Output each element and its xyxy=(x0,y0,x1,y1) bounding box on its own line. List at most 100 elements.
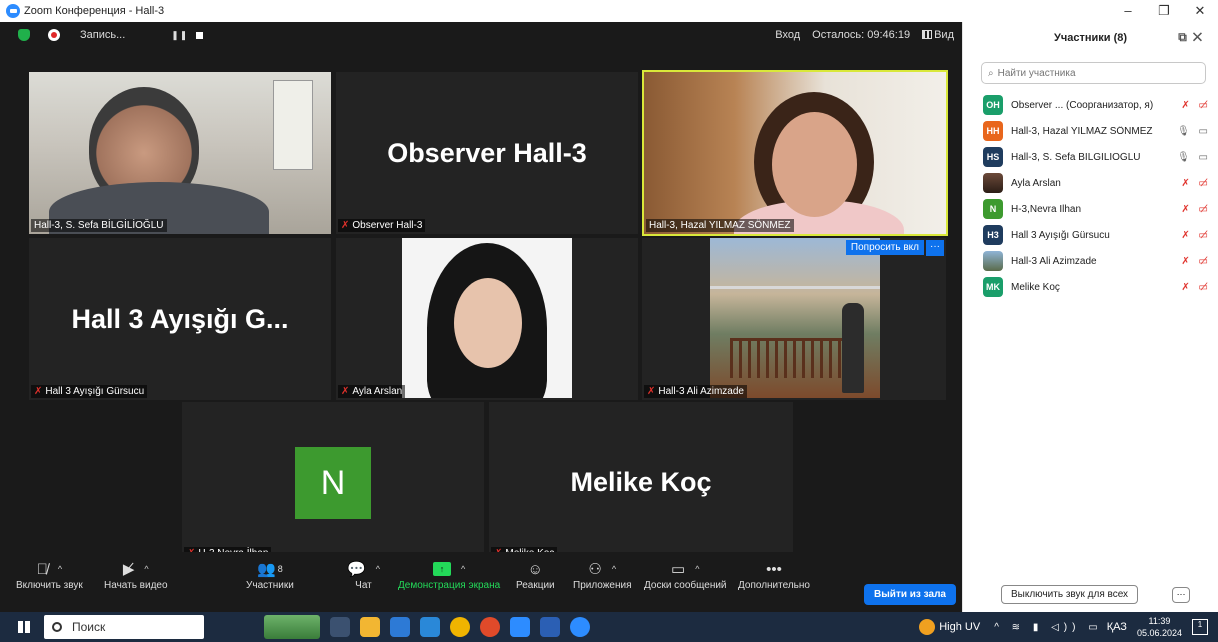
mic-muted-icon: ✗ xyxy=(34,386,43,397)
tray-icons[interactable]: ^ ≋ ▮ ◁)) ▭ xyxy=(994,622,1103,633)
tile-name-label: Ayla Arslan xyxy=(352,386,403,397)
avatar xyxy=(983,251,1003,271)
zoom-meeting-taskbar-icon[interactable] xyxy=(570,617,590,637)
tile-more-button[interactable]: ··· xyxy=(926,240,944,256)
panel-header-icons: ⧉✕ xyxy=(1178,30,1208,45)
widgets-icon[interactable] xyxy=(264,615,320,639)
video-tile-sefa[interactable]: Hall-3, S. Sefa BİLGİLİOĞLU xyxy=(29,72,331,234)
avatar: N xyxy=(295,447,371,519)
mail-icon[interactable] xyxy=(420,617,440,637)
leave-room-button[interactable]: Выйти из зала xyxy=(864,584,956,605)
zoom-taskbar-icon[interactable] xyxy=(510,617,530,637)
video-tile-ayla[interactable]: ✗ Ayla Arslan xyxy=(336,238,638,400)
whiteboards-button[interactable]: ▭ ^ Доски сообщений xyxy=(644,558,727,591)
windows-start-icon[interactable] xyxy=(18,621,30,633)
search-input[interactable] xyxy=(997,67,1188,79)
ask-to-unmute-button[interactable]: Попросить вкл xyxy=(845,240,924,255)
panel-more-button[interactable]: ··· xyxy=(1172,586,1191,603)
tile-name-tag: ✗ Hall 3 Ayışığı Gürsucu xyxy=(31,385,148,398)
close-window-button[interactable]: ✕ xyxy=(1182,0,1218,22)
chevron-up-icon[interactable]: ^ xyxy=(695,564,699,574)
unmute-label: Включить звук xyxy=(16,580,83,591)
chevron-up-icon[interactable]: ^ xyxy=(461,564,465,574)
chevron-up-icon[interactable]: ^ xyxy=(376,564,380,574)
participant-row[interactable]: H3 Hall 3 Ayışığı Gürsucu ✗ ▭̸ xyxy=(983,222,1211,248)
share-screen-label: Демонстрация экрана xyxy=(398,580,501,591)
participant-row[interactable]: MK Melike Koç ✗ ▭̸ xyxy=(983,274,1211,300)
mute-all-button[interactable]: Выключить звук для всех xyxy=(1001,585,1139,604)
chrome-icon[interactable] xyxy=(450,617,470,637)
grid-view-icon xyxy=(922,30,933,39)
video-tile-ayisigi[interactable]: Hall 3 Ayışığı G... ✗ Hall 3 Ayışığı Gürs… xyxy=(29,238,331,400)
taskbar-search[interactable]: Поиск xyxy=(44,615,204,639)
close-icon[interactable]: ✕ xyxy=(1193,30,1208,44)
word-icon[interactable] xyxy=(540,617,560,637)
language-indicator[interactable]: ҚАЗ xyxy=(1107,621,1127,633)
start-video-button[interactable]: ▶̸ ^ Начать видео xyxy=(104,558,168,591)
weather-icon xyxy=(919,619,936,635)
chat-icon: 💬 xyxy=(347,561,366,578)
participant-row[interactable]: OH Observer ... (Соорганизатор, я) ✗ ▭̸ xyxy=(983,92,1211,118)
clock[interactable]: 11:39 05.06.2024 xyxy=(1137,615,1182,639)
notifications-icon[interactable]: 1 xyxy=(1192,619,1208,635)
mic-muted-icon: ✗ xyxy=(341,220,350,231)
minimize-button[interactable]: – xyxy=(1110,0,1146,22)
video-tile-melike[interactable]: Melike Koç ✗Melike Koç xyxy=(489,402,793,562)
tile-name-tag: ✗ Ayla Arslan xyxy=(338,385,406,398)
video-tile-nevra[interactable]: N ✗H-3,Nevra İlhan xyxy=(182,402,484,562)
view-button[interactable]: Вид xyxy=(922,29,954,41)
recording-icon xyxy=(48,29,60,41)
window-controls: – ❐ ✕ xyxy=(1110,0,1218,22)
participant-row[interactable]: Hall-3 Ali Azimzade ✗ ▭̸ xyxy=(983,248,1211,274)
participant-video xyxy=(402,238,572,398)
task-view-icon[interactable] xyxy=(330,617,350,637)
video-tile-hazal-active-speaker[interactable]: Hall-3, Hazal YILMAZ SÖNMEZ xyxy=(642,70,948,236)
security-shield-icon[interactable] xyxy=(18,29,30,41)
chevron-up-icon[interactable]: ^ xyxy=(612,564,616,574)
participant-row[interactable]: HH Hall-3, Hazal YILMAZ SÖNMEZ 🎙 ▭ xyxy=(983,118,1211,144)
video-tile-ali[interactable]: Попросить вкл ··· ✗ Hall-3 Ali Azimzade xyxy=(642,238,946,400)
maximize-button[interactable]: ❐ xyxy=(1146,0,1182,22)
tile-name-tag: ✗ Observer Hall-3 xyxy=(338,219,426,232)
apps-button[interactable]: ⚇ ^ Приложения xyxy=(573,558,632,591)
remaining-time-label: Осталось: 09:46:19 xyxy=(812,29,911,41)
tile-display-name: Observer Hall-3 xyxy=(387,137,587,168)
mic-on-icon: 🎙 ▭ xyxy=(1177,151,1211,163)
file-explorer-icon[interactable] xyxy=(360,617,380,637)
unmute-button[interactable]: 🎙̸ ^ Включить звук xyxy=(16,558,83,592)
participant-row[interactable]: N H-3,Nevra İlhan ✗ ▭̸ xyxy=(983,196,1211,222)
chrome-profile-icon[interactable] xyxy=(480,617,500,637)
share-screen-button[interactable]: ↑ ^ Демонстрация экрана xyxy=(398,558,500,591)
avatar xyxy=(983,173,1003,193)
reactions-button[interactable]: ☺ Реакции xyxy=(516,558,555,592)
pause-recording-button[interactable]: ❚❚ xyxy=(171,30,188,41)
window-title: Zoom Конференция - Hall-3 xyxy=(24,5,165,17)
participant-row[interactable]: HS Hall-3, S. Sefa BİLGİLİOĞLU 🎙 ▭ xyxy=(983,144,1211,170)
search-icon: ⌕ xyxy=(988,67,994,79)
reactions-label: Реакции xyxy=(516,580,555,591)
participant-video xyxy=(710,238,880,398)
chevron-up-icon[interactable]: ^ xyxy=(144,564,148,574)
tile-display-name: Melike Koç xyxy=(570,466,712,497)
login-button[interactable]: Вход xyxy=(775,29,800,41)
avatar: OH xyxy=(983,95,1003,115)
chat-label: Чат xyxy=(355,580,372,591)
mic-muted-icon: ✗ ▭̸ xyxy=(1181,203,1211,215)
participants-icon: 👥 xyxy=(257,561,276,578)
participants-button[interactable]: 👥 8 Участники xyxy=(246,558,294,591)
video-off-icon: ▶̸ xyxy=(122,561,135,578)
more-button[interactable]: ••• Дополнительно xyxy=(738,558,810,592)
video-tile-observer[interactable]: Observer Hall-3 ✗ Observer Hall-3 xyxy=(336,72,638,234)
chevron-up-icon[interactable]: ^ xyxy=(58,564,62,574)
chat-button[interactable]: 💬 ^ Чат xyxy=(347,558,380,591)
avatar: N xyxy=(983,199,1003,219)
weather-label[interactable]: High UV xyxy=(939,621,980,633)
apps-icon: ⚇ xyxy=(588,561,602,578)
participant-row[interactable]: Ayla Arslan ✗ ▭̸ xyxy=(983,170,1211,196)
mic-muted-icon: ✗ ▭̸ xyxy=(1181,99,1211,111)
participant-video xyxy=(644,72,946,234)
tile-name-label: Observer Hall-3 xyxy=(352,220,423,231)
stop-recording-button[interactable] xyxy=(196,31,204,39)
popout-icon[interactable]: ⧉ xyxy=(1178,30,1193,44)
store-icon[interactable] xyxy=(390,617,410,637)
